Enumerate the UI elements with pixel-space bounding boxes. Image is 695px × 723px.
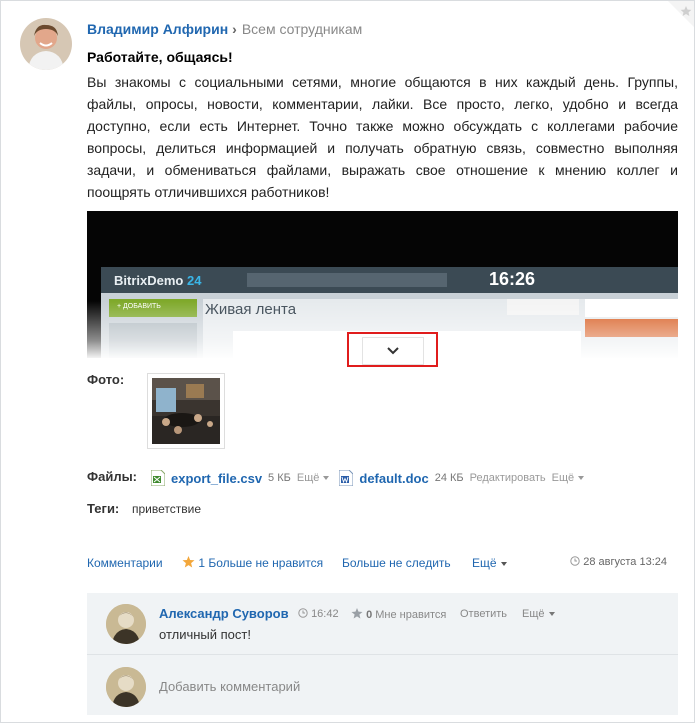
more-menu[interactable]: Ещё	[472, 556, 507, 570]
video-brand: BitrixDemo 24	[114, 273, 202, 288]
tag-item[interactable]: приветствие	[132, 502, 201, 516]
post-body: Вы знакомы с социальными сетями, многие …	[87, 74, 678, 200]
post-recipients[interactable]: Всем сотрудникам	[242, 21, 362, 37]
add-comment-input[interactable]: Добавить комментарий	[159, 679, 300, 694]
tags-label: Теги:	[87, 501, 120, 516]
favorite-star-icon[interactable]	[668, 1, 694, 27]
file-size: 24 КБ	[434, 472, 464, 484]
current-user-avatar	[106, 667, 146, 707]
clock-icon	[570, 556, 580, 566]
commenter-name-link[interactable]: Александр Суворов	[159, 606, 289, 621]
author-name-link[interactable]: Владимир Алфирин	[87, 21, 228, 37]
excel-file-icon	[150, 469, 166, 487]
file-more-menu[interactable]: Ещё	[552, 472, 585, 484]
post-title: Работайте, общаясь!	[87, 49, 233, 65]
unfollow-link[interactable]: Больше не следить	[342, 556, 451, 570]
unlike-button[interactable]: 1 Больше не нравится	[182, 556, 323, 570]
file-size: 5 КБ	[268, 472, 291, 484]
file-more-menu[interactable]: Ещё	[297, 472, 330, 484]
video-page-heading: Живая лента	[205, 301, 297, 318]
author-avatar[interactable]	[20, 18, 72, 70]
files-label: Файлы:	[87, 469, 138, 484]
comment-more-menu[interactable]: Ещё	[522, 608, 555, 620]
dropdown-arrow-icon	[323, 476, 330, 481]
file-edit-link[interactable]: Редактировать	[470, 472, 546, 484]
dropdown-arrow-icon	[548, 612, 555, 617]
comment-time: 16:42	[298, 608, 339, 620]
dropdown-arrow-icon	[578, 476, 585, 481]
comment-reply-link[interactable]: Ответить	[460, 608, 507, 620]
chevron-right-icon: ›	[232, 21, 237, 37]
photo-label: Фото:	[87, 372, 125, 387]
highlight-box	[347, 332, 438, 367]
comment-like-button[interactable]: 0 Мне нравится	[351, 608, 446, 621]
video-add-button: + ДОБАВИТЬ	[117, 303, 161, 310]
comments-section: Александр Суворов 16:42 0 Мне нравится О…	[87, 593, 678, 715]
comments-link[interactable]: Комментарии	[87, 556, 163, 570]
dropdown-arrow-icon	[500, 561, 507, 566]
video-clock: 16:26	[489, 269, 536, 289]
star-icon	[182, 556, 195, 568]
file-link-export-csv[interactable]: export_file.csv	[171, 471, 262, 486]
comments-divider	[87, 654, 678, 655]
clock-icon	[298, 608, 308, 618]
feed-post: Владимир Алфирин › Всем сотрудникам Работа…	[0, 0, 695, 723]
star-icon	[351, 608, 363, 619]
post-date: 28 августа 13:24	[570, 556, 667, 568]
word-file-icon	[338, 469, 354, 487]
photo-thumbnail[interactable]	[147, 373, 225, 449]
comment-text: отличный пост!	[159, 627, 251, 642]
file-link-default-doc[interactable]: default.doc	[359, 471, 428, 486]
files-list: export_file.csv 5 КБ Ещё default.doc 24 …	[150, 469, 594, 487]
commenter-avatar[interactable]	[106, 604, 146, 644]
post-header: Владимир Алфирин › Всем сотрудникам	[87, 20, 362, 38]
